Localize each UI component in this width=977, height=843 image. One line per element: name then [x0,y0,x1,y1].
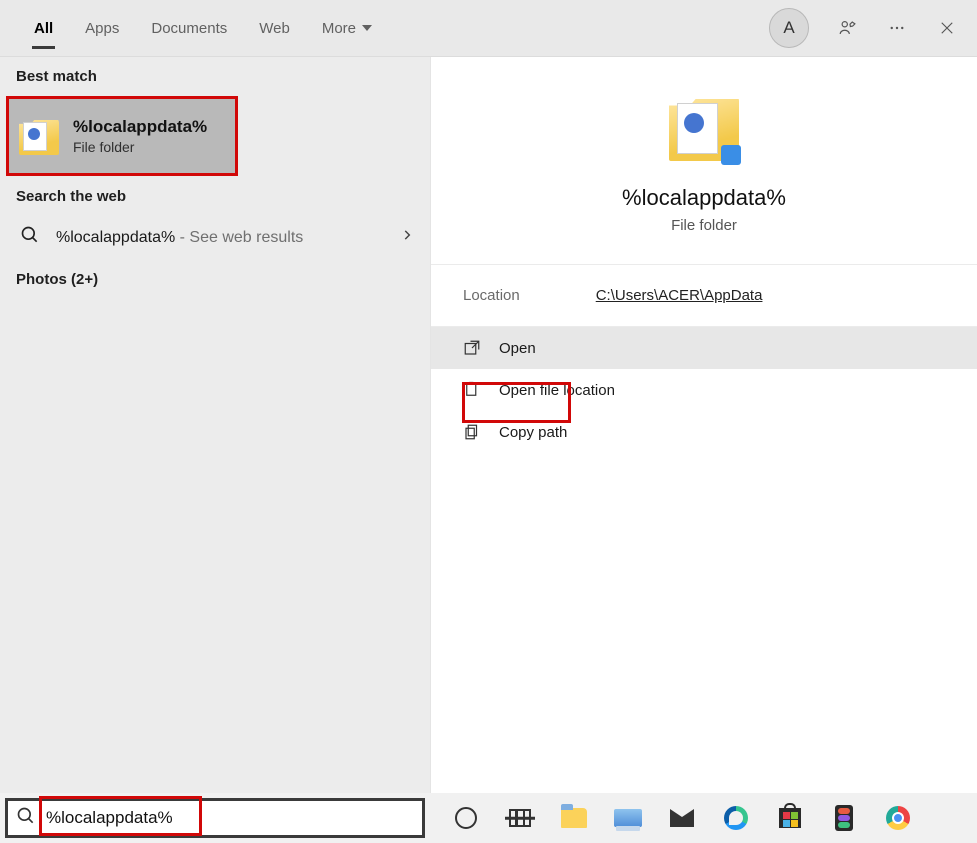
cortana-icon[interactable] [452,804,480,832]
search-header: All Apps Documents Web More A [0,0,977,57]
web-search-result[interactable]: %localappdata% - See web results [0,215,430,260]
action-open-file-location[interactable]: Open file location [431,369,977,411]
filter-tabs: All Apps Documents Web More [18,4,388,53]
search-icon [16,806,36,831]
folder-icon [19,117,59,155]
best-match-result[interactable]: %localappdata% File folder [7,97,237,175]
keyboard-app-icon[interactable] [614,804,642,832]
location-row: Location C:\Users\ACER\AppData [431,265,977,327]
copy-icon [463,423,481,441]
preview-subtitle: File folder [671,217,737,234]
action-copy-path[interactable]: Copy path [431,411,977,453]
photos-heading[interactable]: Photos (2+) [0,260,430,298]
tab-more[interactable]: More [306,4,388,53]
feedback-icon[interactable] [827,8,867,48]
action-open-location-label: Open file location [499,382,615,399]
folder-icon [669,95,739,161]
task-view-icon[interactable] [506,804,534,832]
preview-pane: %localappdata% File folder Location C:\U… [430,57,977,793]
taskbar [0,793,977,843]
action-open-label: Open [499,340,536,357]
action-copy-path-label: Copy path [499,424,567,441]
search-box[interactable] [5,798,425,838]
user-avatar[interactable]: A [769,8,809,48]
best-match-title: %localappdata% [73,117,207,137]
tab-documents[interactable]: Documents [135,4,243,53]
figma-icon[interactable] [830,804,858,832]
edge-icon[interactable] [722,804,750,832]
store-icon[interactable] [776,804,804,832]
tab-apps[interactable]: Apps [69,4,135,53]
web-result-suffix: - See web results [175,229,303,246]
preview-title: %localappdata% [622,185,786,211]
tab-web[interactable]: Web [243,4,306,53]
best-match-subtitle: File folder [73,139,207,155]
more-options-icon[interactable] [877,8,917,48]
search-icon [20,225,40,250]
location-link[interactable]: C:\Users\ACER\AppData [596,287,763,304]
search-input[interactable] [46,801,414,835]
chevron-down-icon [362,25,372,31]
action-open[interactable]: Open [431,327,977,369]
chevron-right-icon [400,228,414,247]
web-result-term: %localappdata% [56,229,175,246]
file-explorer-icon[interactable] [560,804,588,832]
chrome-icon[interactable] [884,804,912,832]
web-result-text: %localappdata% - See web results [56,229,303,247]
tab-all[interactable]: All [18,4,69,53]
folder-open-icon [463,381,481,399]
mail-icon[interactable] [668,804,696,832]
location-label: Location [463,287,520,304]
open-icon [463,339,481,357]
close-icon[interactable] [927,8,967,48]
best-match-heading: Best match [0,57,430,95]
search-web-heading: Search the web [0,177,430,215]
tab-more-label: More [322,20,356,37]
results-pane: Best match %localappdata% File folder Se… [0,57,430,793]
